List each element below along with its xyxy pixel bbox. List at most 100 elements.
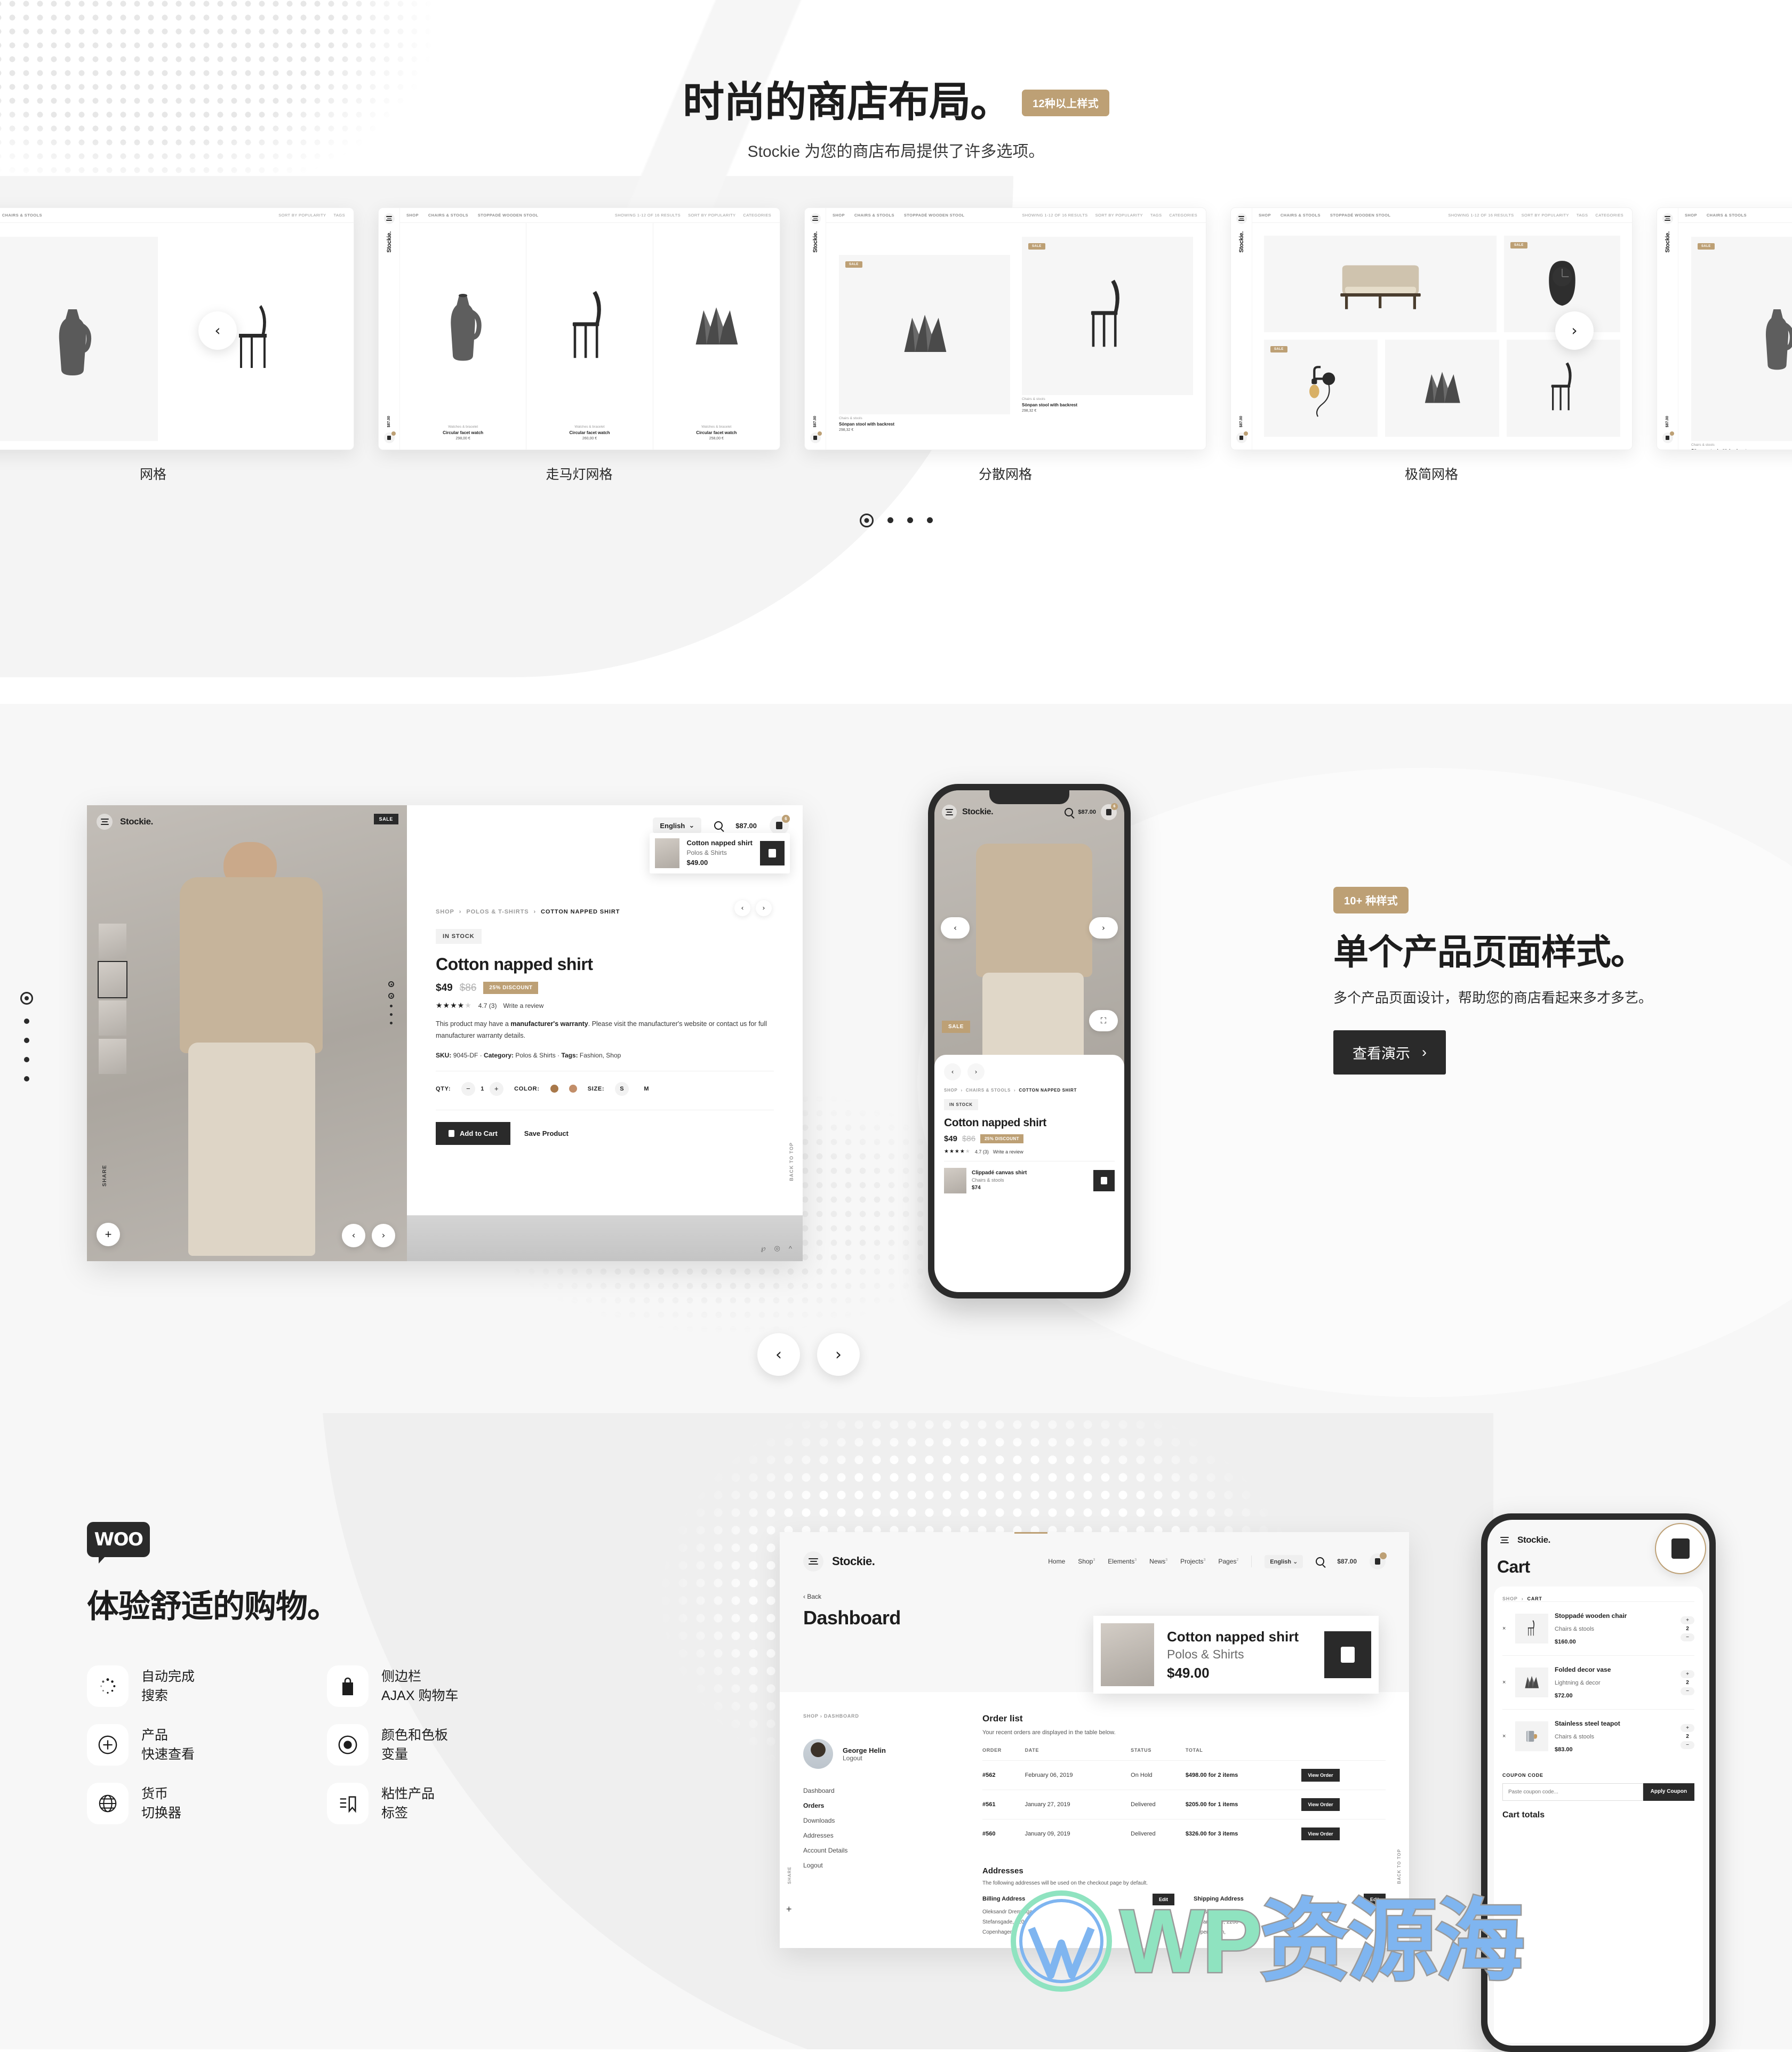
view-demo-button[interactable]: 查看演示 ›: [1333, 1030, 1446, 1075]
cart-item[interactable]: × Folded decor vase Lightning & decor $7…: [1502, 1655, 1694, 1709]
mini-cart-popup[interactable]: Cotton napped shirt Polos & Shirts $49.0…: [650, 833, 790, 873]
feature-item[interactable]: 颜色和色板 变量: [327, 1724, 535, 1766]
nav-item-pages[interactable]: Pages2: [1218, 1558, 1238, 1565]
cart-icon[interactable]: 6: [1101, 804, 1117, 820]
nav-item-shop[interactable]: Shop3: [1078, 1558, 1095, 1565]
layouts-carousel[interactable]: ‹ › SHOP CHAIRS & STOOLS SORT BY POPULAR…: [0, 207, 1792, 490]
coupon-input[interactable]: [1502, 1783, 1643, 1801]
product-tile[interactable]: [170, 237, 341, 441]
remove-item-button[interactable]: ×: [1502, 1679, 1509, 1686]
expand-icon[interactable]: ⛶: [1089, 1010, 1118, 1031]
edit-billing-button[interactable]: Edit: [1153, 1894, 1174, 1905]
product-tile[interactable]: [0, 237, 158, 441]
floating-product-card[interactable]: Cotton napped shirt Polos & Shirts $49.0…: [1093, 1616, 1379, 1694]
language-selector[interactable]: English ⌄: [1265, 1555, 1303, 1568]
feature-item[interactable]: 侧边栏 AJAX 购物车: [327, 1665, 535, 1707]
breadcrumb-shop[interactable]: SHOP: [436, 909, 454, 915]
thumbnail-strip[interactable]: [99, 924, 126, 1074]
nav-item-projects[interactable]: Projects3: [1180, 1558, 1205, 1565]
menu-icon[interactable]: [1236, 213, 1247, 224]
product-tile[interactable]: SALE Chairs & stools Sönpan stool with b…: [1022, 237, 1193, 395]
cart-item[interactable]: × Stainless steel teapot Chairs & stools…: [1502, 1709, 1694, 1763]
product-tile[interactable]: [1385, 340, 1499, 437]
product-category[interactable]: Polos & Shirts: [515, 1052, 555, 1059]
nav-item-home[interactable]: Home: [1048, 1558, 1065, 1565]
feature-item[interactable]: 货币 切换器: [87, 1783, 295, 1824]
sidebar-item-orders[interactable]: Orders: [803, 1802, 958, 1809]
gallery-prev-button[interactable]: ‹: [941, 917, 970, 939]
sort-dropdown[interactable]: SORT BY POPULARITY: [688, 213, 735, 218]
carousel-pagination[interactable]: [0, 514, 1792, 527]
categories-dropdown[interactable]: CATEGORIES: [743, 213, 771, 218]
quantity-stepper[interactable]: + 2 −: [1681, 1670, 1694, 1695]
sidebar-item-dashboard[interactable]: Dashboard: [803, 1787, 958, 1794]
pagination-dot[interactable]: [907, 517, 913, 523]
categories-dropdown[interactable]: CATEGORIES: [1595, 213, 1623, 218]
cart-icon[interactable]: [1370, 1553, 1386, 1569]
breadcrumb-shop[interactable]: SHOP: [1502, 1596, 1518, 1601]
product-tile[interactable]: Watches & bracelet Circular facet watch …: [653, 223, 780, 450]
sort-dropdown[interactable]: SORT BY POPULARITY: [1522, 213, 1569, 218]
breadcrumb-category[interactable]: POLOS & T-SHIRTS: [466, 909, 529, 915]
breadcrumb[interactable]: SHOP› CHAIRS & STOOLS› COTTON NAPPED SHI…: [944, 1088, 1115, 1093]
carousel-prev-button[interactable]: ‹: [198, 311, 237, 350]
pagination-dot[interactable]: [24, 1019, 29, 1024]
gallery-thumbnail[interactable]: [99, 1000, 126, 1036]
product-tile[interactable]: SALE Chairs & stools Sönpan stool with b…: [1691, 237, 1792, 441]
feature-item[interactable]: 产品 快速查看: [87, 1724, 295, 1766]
sidebar-item-logout[interactable]: Logout: [803, 1862, 958, 1869]
cart-icon[interactable]: [1655, 1523, 1706, 1574]
share-label[interactable]: SHARE: [102, 1165, 108, 1187]
pagination-dot[interactable]: [24, 1057, 29, 1062]
search-icon[interactable]: [714, 821, 723, 830]
menu-icon[interactable]: [803, 1551, 823, 1572]
cart-icon[interactable]: [384, 432, 395, 443]
language-selector[interactable]: English ⌄: [653, 817, 701, 833]
share-label[interactable]: SHARE: [787, 1866, 792, 1884]
pagination-dot[interactable]: [927, 517, 933, 523]
size-option[interactable]: M: [639, 1082, 653, 1096]
quantity-stepper[interactable]: + 2 −: [1681, 1724, 1694, 1749]
menu-icon[interactable]: [97, 814, 113, 830]
apply-coupon-button[interactable]: Apply Coupon: [1643, 1783, 1694, 1801]
carousel-prev-button[interactable]: ‹: [757, 1333, 800, 1376]
quantity-decrease-button[interactable]: −: [1681, 1633, 1694, 1641]
add-to-cart-button[interactable]: [1324, 1631, 1371, 1678]
gallery-prev-button[interactable]: ‹: [342, 1224, 365, 1247]
write-review-link[interactable]: Write a review: [993, 1149, 1023, 1155]
product-tile[interactable]: Watches & bracelet Circular facet watch …: [400, 223, 526, 450]
layout-slide[interactable]: SHOP CHAIRS & STOOLS STOPPADÉ WOODEN STO…: [378, 207, 780, 483]
pinterest-icon[interactable]: ℘: [761, 1244, 765, 1253]
color-swatch[interactable]: [569, 1085, 577, 1093]
cart-icon[interactable]: [1236, 432, 1247, 443]
product-tile[interactable]: SALE: [1264, 340, 1378, 437]
gallery-thumbnail[interactable]: [99, 962, 126, 997]
gallery-next-button[interactable]: ›: [372, 1224, 395, 1247]
product-tags[interactable]: Fashion, Shop: [580, 1052, 621, 1059]
back-to-top-link[interactable]: BACK TO TOP: [1397, 1849, 1402, 1884]
product-prev-button[interactable]: ‹: [734, 900, 750, 916]
breadcrumb[interactable]: SHOP› POLOS & T-SHIRTS› COTTON NAPPED SH…: [436, 909, 774, 915]
menu-icon[interactable]: [1662, 213, 1673, 224]
cart-icon[interactable]: 6: [770, 816, 789, 835]
pagination-dot[interactable]: [24, 1038, 29, 1043]
product-prev-button[interactable]: ‹: [944, 1063, 961, 1080]
quantity-increase-button[interactable]: +: [1681, 1670, 1694, 1678]
breadcrumb[interactable]: SHOP › DASHBOARD: [803, 1713, 958, 1719]
back-to-top-link[interactable]: BACK TO TOP: [789, 1142, 794, 1181]
view-order-button[interactable]: View Order: [1301, 1798, 1339, 1811]
product-nav-arrows[interactable]: ‹ ›: [734, 900, 772, 916]
feature-item[interactable]: 自动完成 搜索: [87, 1665, 295, 1707]
instagram-icon[interactable]: ◎: [774, 1244, 780, 1253]
layout-slide[interactable]: SHOP CHAIRS & STOOLS STOPPADÉ WOODEN STO…: [804, 207, 1206, 483]
save-product-button[interactable]: Save Product: [524, 1129, 569, 1137]
table-row[interactable]: #562 February 06, 2019 On Hold $498.00 f…: [982, 1761, 1386, 1790]
write-review-link[interactable]: Write a review: [503, 1002, 543, 1009]
search-icon[interactable]: [1065, 808, 1073, 816]
quantity-increase-button[interactable]: +: [490, 1082, 503, 1096]
gallery-thumbnail[interactable]: [99, 1039, 126, 1074]
categories-dropdown[interactable]: CATEGORIES: [1169, 213, 1197, 218]
carousel-next-button[interactable]: ›: [1555, 311, 1594, 350]
back-link[interactable]: ‹ Back: [803, 1593, 1386, 1600]
quantity-stepper[interactable]: + 2 −: [1681, 1616, 1694, 1641]
